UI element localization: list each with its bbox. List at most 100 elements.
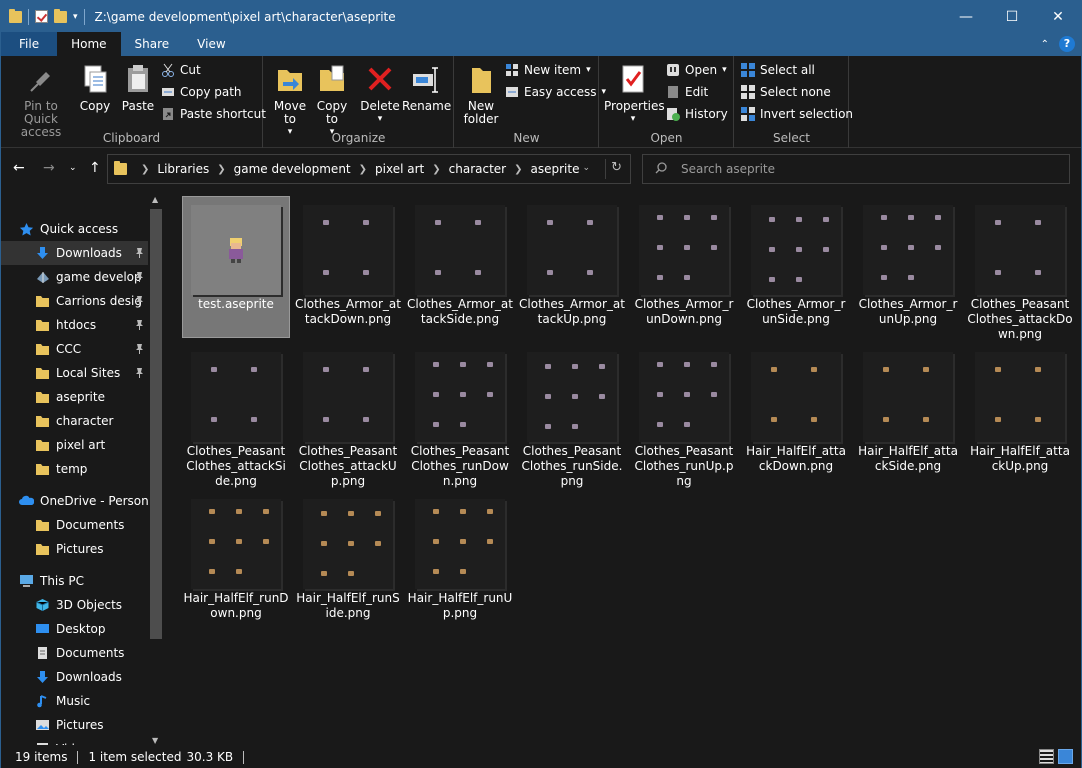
up-arrow-icon[interactable]: ↑ (89, 160, 101, 176)
invert-selection-button[interactable]: Invert selection (741, 104, 853, 124)
refresh-icon[interactable]: ↻ (611, 160, 622, 175)
select-none-button[interactable]: Select none (741, 82, 831, 102)
file-item[interactable]: Clothes_PeasantClothes_runDown.png (407, 344, 513, 488)
close-button[interactable]: ✕ (1035, 1, 1081, 32)
chevron-right-icon[interactable]: ❯ (359, 164, 367, 175)
nav-scrollbar[interactable]: ▲ ▼ (148, 195, 164, 745)
nav-item[interactable]: Pictures (1, 537, 148, 561)
select-all-button[interactable]: Select all (741, 60, 815, 80)
sprite-frame (995, 220, 1001, 225)
new-item-button[interactable]: New item ▾ (505, 60, 591, 80)
nav-item[interactable]: aseprite (1, 385, 148, 409)
nav-item[interactable]: character (1, 409, 148, 433)
chevron-right-icon[interactable]: ❯ (141, 164, 149, 175)
nav-item[interactable]: Videos (1, 737, 148, 745)
new-folder-icon[interactable] (54, 8, 67, 23)
move-to-button[interactable]: Move to ▾ (270, 62, 310, 139)
nav-item[interactable]: Documents (1, 513, 148, 537)
recent-locations-chevron-icon[interactable]: ⌄ (69, 163, 77, 173)
breadcrumb-item[interactable]: game development (234, 162, 351, 176)
rename-button[interactable]: Rename (402, 62, 451, 113)
breadcrumb-item[interactable]: aseprite (531, 162, 580, 176)
help-icon[interactable]: ? (1059, 36, 1075, 52)
scroll-up-icon[interactable]: ▲ (152, 195, 158, 204)
file-item[interactable]: Hair_HalfElf_attackSide.png (855, 344, 961, 484)
nav-item[interactable]: OneDrive - Persona (1, 489, 148, 513)
nav-item[interactable]: Carrions desig (1, 289, 148, 313)
nav-item[interactable]: htdocs (1, 313, 148, 337)
file-item[interactable]: Clothes_PeasantClothes_attackDown.png (967, 197, 1073, 341)
breadcrumb[interactable]: ❯ Libraries ❯ game development ❯ pixel a… (107, 154, 631, 184)
cut-button[interactable]: Cut (161, 60, 201, 80)
tab-home[interactable]: Home (57, 32, 121, 56)
minimize-button[interactable]: — (943, 1, 989, 32)
delete-button[interactable]: Delete ▾ (360, 62, 400, 126)
nav-item[interactable]: Downloads (1, 665, 148, 689)
nav-item[interactable]: pixel art (1, 433, 148, 457)
file-item[interactable]: Hair_HalfElf_attackUp.png (967, 344, 1073, 484)
breadcrumb-item[interactable]: character (449, 162, 506, 176)
nav-item[interactable]: Local Sites (1, 361, 148, 385)
file-item[interactable]: Clothes_Armor_runUp.png (855, 197, 961, 337)
file-item[interactable]: Clothes_Armor_runSide.png (743, 197, 849, 337)
nav-item-label: htdocs (56, 318, 97, 332)
file-item[interactable]: Clothes_Armor_attackDown.png (295, 197, 401, 337)
file-item[interactable]: Clothes_Armor_runDown.png (631, 197, 737, 337)
details-view-icon[interactable] (1039, 749, 1054, 764)
chevron-right-icon[interactable]: ❯ (514, 164, 522, 175)
nav-item[interactable]: game develop (1, 265, 148, 289)
file-item[interactable]: Hair_HalfElf_runUp.png (407, 491, 513, 631)
open-button[interactable]: Open ▾ (666, 60, 727, 80)
chevron-right-icon[interactable]: ❯ (217, 164, 225, 175)
nav-item[interactable]: CCC (1, 337, 148, 361)
tab-view[interactable]: View (183, 32, 239, 56)
file-item[interactable]: Clothes_Armor_attackSide.png (407, 197, 513, 337)
copy-to-button[interactable]: Copy to ▾ (312, 62, 352, 139)
nav-item[interactable]: Music (1, 689, 148, 713)
file-item[interactable]: Hair_HalfElf_attackDown.png (743, 344, 849, 484)
tab-file[interactable]: File (1, 32, 58, 56)
file-item[interactable]: Clothes_PeasantClothes_runUp.png (631, 344, 737, 488)
file-item[interactable]: Clothes_PeasantClothes_attackUp.png (295, 344, 401, 488)
file-item[interactable]: Clothes_Armor_attackUp.png (519, 197, 625, 337)
file-item[interactable]: Clothes_PeasantClothes_runSide.png (519, 344, 625, 488)
copy-path-button[interactable]: Copy path (161, 82, 242, 102)
file-name: Hair_HalfElf_runDown.png (183, 591, 289, 620)
breadcrumb-item[interactable]: Libraries (157, 162, 209, 176)
properties-button[interactable]: Properties ▾ (604, 62, 665, 126)
easy-access-button[interactable]: Easy access ▾ (505, 82, 606, 102)
forward-arrow-icon[interactable]: → (43, 160, 55, 176)
nav-item[interactable]: 3D Objects (1, 593, 148, 617)
new-folder-button[interactable]: New folder (459, 62, 503, 126)
pin-quick-access-button[interactable]: Pin to Quick access (7, 62, 75, 139)
scrollbar-thumb[interactable] (150, 209, 162, 639)
nav-item[interactable]: Pictures (1, 713, 148, 737)
file-item[interactable]: Hair_HalfElf_runDown.png (183, 491, 289, 631)
file-item[interactable]: test.aseprite (182, 196, 290, 338)
nav-item[interactable]: temp (1, 457, 148, 481)
back-arrow-icon[interactable]: ← (13, 160, 25, 176)
scroll-down-icon[interactable]: ▼ (152, 736, 158, 745)
nav-item[interactable]: Downloads (1, 241, 148, 265)
nav-item[interactable]: Documents (1, 641, 148, 665)
large-icons-view-icon[interactable] (1058, 749, 1073, 764)
breadcrumb-item[interactable]: pixel art (375, 162, 424, 176)
address-dropdown-icon[interactable]: ⌄ (582, 163, 590, 173)
copy-button[interactable]: Copy (75, 62, 115, 113)
nav-item[interactable]: This PC (1, 569, 148, 593)
file-item[interactable]: Clothes_PeasantClothes_attackSide.png (183, 344, 289, 488)
search-input[interactable]: Search aseprite (642, 154, 1070, 184)
expand-ribbon-icon[interactable]: ⌃ (1041, 39, 1049, 50)
chevron-right-icon[interactable]: ❯ (432, 164, 440, 175)
customize-dropdown-icon[interactable]: ▾ (73, 12, 78, 22)
file-item[interactable]: Hair_HalfElf_runSide.png (295, 491, 401, 631)
paste-shortcut-button[interactable]: Paste shortcut (161, 104, 266, 124)
edit-button[interactable]: Edit (666, 82, 708, 102)
nav-item[interactable]: Desktop (1, 617, 148, 641)
properties-icon[interactable] (35, 10, 48, 23)
maximize-button[interactable]: ☐ (989, 1, 1035, 32)
nav-item[interactable]: Quick access (1, 217, 148, 241)
paste-button[interactable]: Paste (117, 62, 159, 113)
history-button[interactable]: History (666, 104, 728, 124)
tab-share[interactable]: Share (121, 32, 184, 56)
